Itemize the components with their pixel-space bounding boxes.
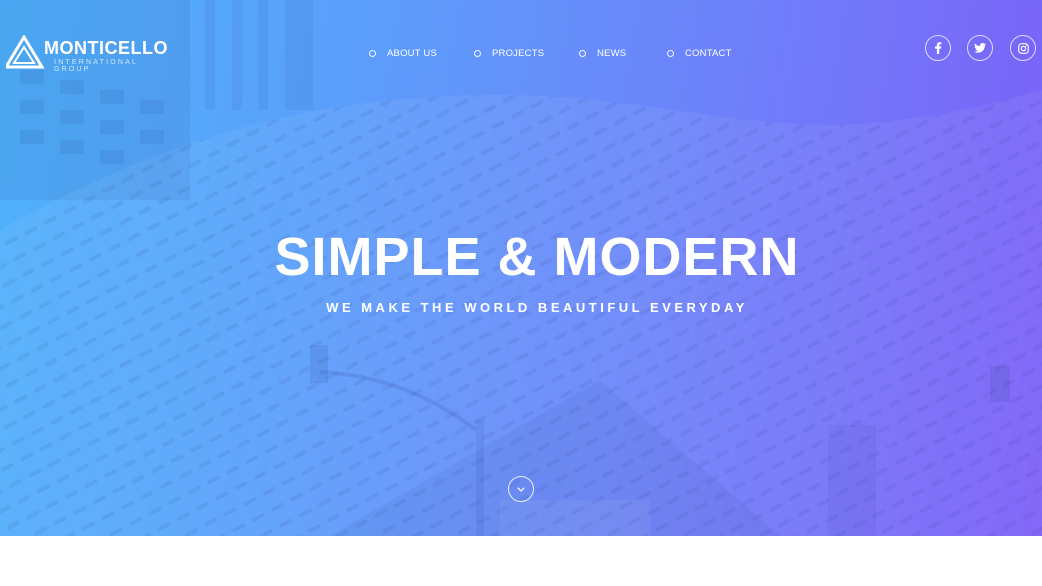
facebook-button[interactable] [925,35,951,61]
brand-name: MONTICELLO [44,38,168,58]
instagram-button[interactable] [1010,35,1036,61]
nav-item-contact[interactable]: CONTACT [667,48,732,59]
twitter-icon [974,43,986,53]
hero-title: SIMPLE & MODERN [274,227,800,287]
nav-item-news[interactable]: NEWS [579,48,626,59]
twitter-button[interactable] [967,35,993,61]
hero-section: MONTICELLO INTERNATIONAL GROUP ABOUT US … [0,0,1042,536]
nav-item-label: NEWS [597,48,627,59]
nav-item-projects[interactable]: PROJECTS [474,48,544,59]
bullet-icon [369,50,376,57]
facebook-icon [935,42,942,54]
nav-item-label: PROJECTS [492,48,545,59]
nav-item-label: CONTACT [685,48,732,59]
hero-subtitle: WE MAKE THE WORLD BEAUTIFUL EVERYDAY [326,300,748,315]
nav-item-about-us[interactable]: ABOUT US [369,48,437,59]
brand-tagline: INTERNATIONAL GROUP [54,59,138,73]
bullet-icon [579,50,586,57]
logo-mark-icon [6,35,45,69]
bullet-icon [474,50,481,57]
nav-item-label: ABOUT US [387,48,437,59]
scroll-down-button[interactable] [508,476,534,502]
brand-logo[interactable]: MONTICELLO INTERNATIONAL GROUP [6,35,176,73]
instagram-icon [1017,42,1029,54]
bullet-icon [667,50,674,57]
chevron-down-icon [517,486,525,492]
